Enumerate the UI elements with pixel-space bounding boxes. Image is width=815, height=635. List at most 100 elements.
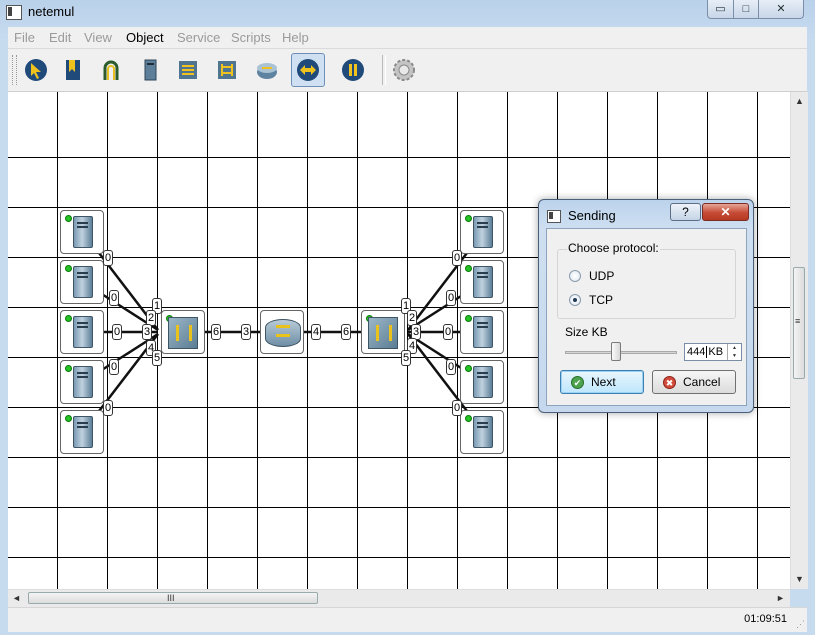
vertical-scroll-thumb[interactable]: ≡ bbox=[793, 267, 805, 379]
size-value[interactable]: 444 bbox=[687, 346, 705, 358]
status-clock: 01:09:51 bbox=[744, 613, 787, 625]
spin-buttons[interactable]: ▲ ▼ bbox=[727, 344, 741, 360]
computer-icon bbox=[473, 316, 493, 348]
minimize-button[interactable]: ▭ bbox=[707, 0, 734, 19]
app-icon bbox=[6, 5, 22, 20]
status-led bbox=[465, 315, 472, 322]
next-label: Next bbox=[591, 375, 616, 389]
settings-tool-button[interactable] bbox=[387, 53, 421, 87]
dialog-close-button[interactable]: ✕ bbox=[702, 203, 749, 221]
menu-file[interactable]: File bbox=[14, 30, 35, 45]
port-label: 0 bbox=[452, 400, 463, 416]
port-label: 5 bbox=[152, 350, 163, 366]
scroll-grip: III bbox=[167, 593, 175, 603]
dialog-app-icon bbox=[547, 210, 561, 223]
switch-tool-button[interactable] bbox=[210, 53, 244, 87]
toolbar-separator bbox=[382, 55, 386, 85]
scroll-left-arrow[interactable]: ◄ bbox=[12, 593, 21, 603]
port-label: 0 bbox=[109, 359, 120, 375]
dialog-help-button[interactable]: ? bbox=[670, 203, 701, 221]
tcp-label[interactable]: TCP bbox=[589, 293, 613, 307]
computer-icon bbox=[473, 216, 493, 248]
menu-service[interactable]: Service bbox=[177, 30, 220, 45]
udp-radio[interactable] bbox=[569, 270, 581, 282]
size-label: Size KB bbox=[565, 325, 608, 339]
computer-node[interactable] bbox=[460, 410, 504, 454]
port-label: 6 bbox=[341, 324, 352, 340]
check-icon: ✔ bbox=[571, 376, 584, 389]
computer-tool-icon bbox=[144, 59, 157, 81]
router-tool-icon bbox=[257, 63, 277, 79]
computer-tool-button[interactable] bbox=[133, 53, 167, 87]
menu-edit[interactable]: Edit bbox=[49, 30, 71, 45]
computer-icon bbox=[73, 416, 93, 448]
computer-node[interactable] bbox=[60, 360, 104, 404]
status-bar: 01:09:51 ⋰ bbox=[8, 607, 807, 632]
cancel-icon: ✖ bbox=[663, 376, 676, 389]
status-led bbox=[65, 215, 72, 222]
toolbar bbox=[8, 49, 807, 92]
computer-node[interactable] bbox=[60, 410, 104, 454]
computer-node[interactable] bbox=[460, 260, 504, 304]
computer-node[interactable] bbox=[60, 210, 104, 254]
tcp-radio[interactable] bbox=[569, 294, 581, 306]
status-led bbox=[465, 215, 472, 222]
menu-scripts[interactable]: Scripts bbox=[231, 30, 271, 45]
udp-label[interactable]: UDP bbox=[589, 269, 614, 283]
next-button[interactable]: ✔ Next bbox=[560, 370, 644, 394]
size-slider-track[interactable] bbox=[565, 351, 677, 354]
port-label: 0 bbox=[109, 290, 120, 306]
computer-node[interactable] bbox=[60, 260, 104, 304]
scroll-right-arrow[interactable]: ► bbox=[776, 593, 785, 603]
hub-tool-button[interactable] bbox=[171, 53, 205, 87]
cancel-button[interactable]: ✖ Cancel bbox=[652, 370, 736, 394]
port-label: 5 bbox=[401, 350, 412, 366]
computer-icon bbox=[473, 266, 493, 298]
switch-node[interactable] bbox=[361, 310, 405, 354]
port-label: 6 bbox=[211, 324, 222, 340]
scroll-up-arrow[interactable]: ▲ bbox=[795, 96, 804, 106]
router-icon bbox=[265, 319, 301, 347]
size-unit: KB bbox=[706, 346, 724, 358]
port-label: 0 bbox=[103, 250, 114, 266]
size-slider-thumb[interactable] bbox=[610, 342, 621, 361]
maximize-button[interactable]: □ bbox=[733, 0, 759, 19]
note-tool-button[interactable] bbox=[56, 53, 90, 87]
router-tool-button[interactable] bbox=[250, 53, 284, 87]
menu-object[interactable]: Object bbox=[126, 30, 164, 45]
port-label: 3 bbox=[142, 324, 153, 340]
computer-node[interactable] bbox=[460, 210, 504, 254]
spin-up-icon[interactable]: ▲ bbox=[728, 344, 741, 352]
port-label: 0 bbox=[443, 324, 454, 340]
vertical-scrollbar[interactable]: ▲ ≡ ▼ bbox=[790, 92, 808, 589]
port-label: 4 bbox=[311, 324, 322, 340]
status-led bbox=[65, 365, 72, 372]
menu-bar: File Edit View Object Service Scripts He… bbox=[8, 27, 807, 49]
size-grip-icon[interactable]: ⋰ bbox=[796, 619, 805, 630]
close-button[interactable]: ✕ bbox=[758, 0, 804, 19]
horizontal-scrollbar[interactable]: ◄ III ► bbox=[8, 589, 790, 607]
horizontal-scroll-thumb[interactable]: III bbox=[28, 592, 318, 604]
switch-node[interactable] bbox=[161, 310, 205, 354]
move-tool-button[interactable] bbox=[19, 53, 53, 87]
menu-view[interactable]: View bbox=[84, 30, 112, 45]
port-label: 0 bbox=[446, 359, 457, 375]
switch-tool-icon bbox=[218, 61, 236, 79]
spin-down-icon[interactable]: ▼ bbox=[728, 352, 741, 360]
dialog-body: Choose protocol: UDP TCP Size KB 444 KB ▲… bbox=[546, 228, 747, 406]
cable-tool-button[interactable] bbox=[94, 53, 128, 87]
scroll-down-arrow[interactable]: ▼ bbox=[795, 574, 804, 584]
toolbar-grip[interactable] bbox=[12, 55, 17, 85]
size-spinbox-text[interactable]: 444 KB bbox=[687, 346, 724, 358]
computer-node[interactable] bbox=[60, 310, 104, 354]
send-tool-button[interactable] bbox=[291, 53, 325, 87]
computer-node[interactable] bbox=[460, 360, 504, 404]
pause-tool-icon bbox=[342, 59, 364, 81]
menu-help[interactable]: Help bbox=[282, 30, 309, 45]
router-node[interactable] bbox=[260, 310, 304, 354]
status-led bbox=[65, 315, 72, 322]
pause-tool-button[interactable] bbox=[336, 53, 370, 87]
scroll-grip: ≡ bbox=[795, 316, 801, 326]
size-spinbox[interactable]: 444 KB ▲ ▼ bbox=[684, 343, 742, 361]
computer-node[interactable] bbox=[460, 310, 504, 354]
